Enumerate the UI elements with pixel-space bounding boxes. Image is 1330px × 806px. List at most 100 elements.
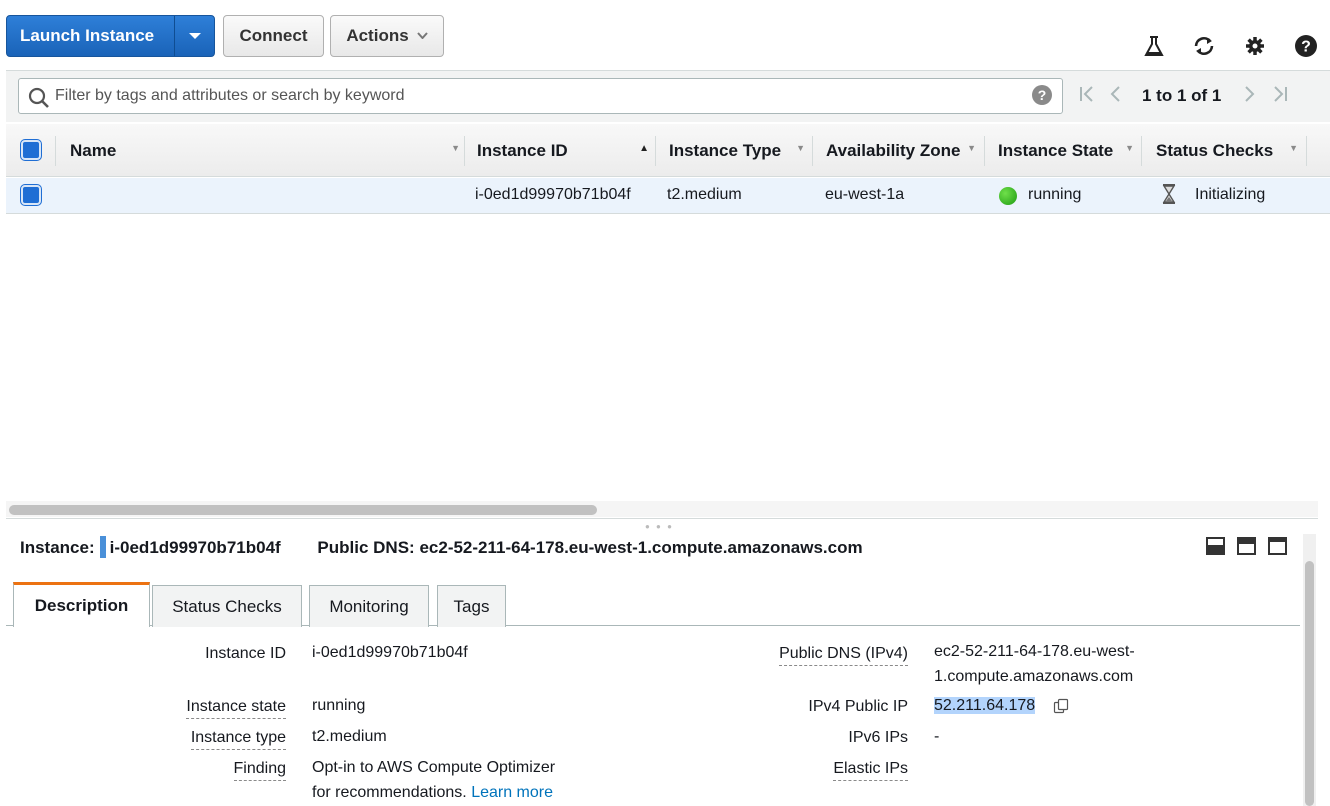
instance-marker xyxy=(99,536,106,558)
refresh-icon[interactable] xyxy=(1192,34,1216,58)
column-header-instance-id-label: Instance ID xyxy=(477,140,568,160)
sort-icon: ▼ xyxy=(1125,143,1134,153)
previous-page-icon[interactable] xyxy=(1109,85,1121,103)
column-header-instance-state[interactable]: Instance State ▼ xyxy=(998,124,1134,177)
tab-monitoring[interactable]: Monitoring xyxy=(309,585,429,627)
field-label-instance-type: Instance type xyxy=(190,729,286,750)
search-icon xyxy=(28,87,49,108)
row-checkbox[interactable] xyxy=(21,185,41,205)
public-dns-line-2: 1.compute.amazonaws.com xyxy=(934,668,1134,685)
public-dns-label: Public DNS: xyxy=(317,538,415,557)
field-label-public-dns: Public DNS (IPv4) xyxy=(779,645,908,666)
chevron-down-icon xyxy=(416,30,428,42)
search-box[interactable] xyxy=(18,78,1063,114)
drag-handle-icon[interactable]: ● ● ● xyxy=(645,522,674,531)
tab-monitoring-label: Monitoring xyxy=(329,596,409,616)
pane-half-icon[interactable] xyxy=(1237,537,1256,555)
field-value-ipv6-ips: - xyxy=(934,728,940,745)
learn-more-link[interactable]: Learn more xyxy=(471,784,553,801)
tab-status-checks[interactable]: Status Checks xyxy=(152,585,302,627)
vertical-scrollbar-thumb[interactable] xyxy=(1305,561,1314,806)
hourglass-icon xyxy=(1162,184,1176,204)
column-header-instance-state-label: Instance State xyxy=(998,140,1114,160)
pane-splitter[interactable] xyxy=(6,518,1318,521)
column-header-availability-zone[interactable]: Availability Zone ▼ xyxy=(826,124,976,177)
table-header: Name ▼ Instance ID ▲ Instance Type ▼ Ava… xyxy=(6,124,1330,177)
flask-icon[interactable] xyxy=(1142,34,1166,58)
running-status-icon xyxy=(999,187,1017,205)
column-divider xyxy=(464,136,465,166)
sort-icon: ▼ xyxy=(1289,143,1298,153)
cell-instance-id: i-0ed1d99970b71b04f xyxy=(475,186,631,203)
pagination-text: 1 to 1 of 1 xyxy=(1142,86,1222,105)
field-value-instance-type: t2.medium xyxy=(312,728,387,745)
column-divider xyxy=(655,136,656,166)
launch-instance-label: Launch Instance xyxy=(20,26,155,45)
column-header-status-checks[interactable]: Status Checks ▼ xyxy=(1156,124,1298,177)
tab-description[interactable]: Description xyxy=(13,582,150,627)
column-header-instance-type-label: Instance Type xyxy=(669,140,782,160)
field-label-instance-id: Instance ID xyxy=(205,645,286,662)
field-value-finding: Opt-in to AWS Compute Optimizer for reco… xyxy=(312,755,555,805)
sort-icon: ▼ xyxy=(967,143,976,153)
launch-instance-button[interactable]: Launch Instance xyxy=(6,15,215,57)
column-divider xyxy=(1141,136,1142,166)
cell-instance-type: t2.medium xyxy=(667,186,742,203)
actions-button[interactable]: Actions xyxy=(330,15,444,57)
detail-tabs: Description Status Checks Monitoring Tag… xyxy=(6,582,1300,627)
search-help-icon[interactable]: ? xyxy=(1031,84,1053,111)
horizontal-scrollbar-thumb[interactable] xyxy=(9,505,597,515)
instance-label: Instance: xyxy=(20,538,95,557)
search-input[interactable] xyxy=(55,79,1025,113)
field-label-ipv6-ips: IPv6 IPs xyxy=(848,729,908,746)
pane-bottom-icon[interactable] xyxy=(1206,537,1225,555)
connect-button[interactable]: Connect xyxy=(223,15,324,57)
copy-icon[interactable] xyxy=(1053,698,1069,714)
column-header-availability-zone-label: Availability Zone xyxy=(826,140,961,160)
svg-text:?: ? xyxy=(1301,39,1311,56)
column-header-instance-id[interactable]: Instance ID ▲ xyxy=(477,124,649,177)
ipv4-public-ip-selected[interactable]: 52.211.64.178 xyxy=(934,697,1036,714)
cell-instance-state: running xyxy=(1028,186,1082,203)
last-page-icon[interactable] xyxy=(1272,85,1288,103)
tab-tags-label: Tags xyxy=(453,596,490,616)
field-value-public-dns: ec2-52-211-64-178.eu-west- 1.compute.ama… xyxy=(934,639,1135,689)
sort-icon: ▼ xyxy=(451,143,460,153)
horizontal-scrollbar[interactable] xyxy=(6,501,1318,517)
detail-public-dns: ec2-52-211-64-178.eu-west-1.compute.amaz… xyxy=(419,538,863,557)
column-header-name-label: Name xyxy=(70,140,117,160)
column-divider xyxy=(1306,136,1307,166)
help-icon[interactable]: ? xyxy=(1294,34,1318,58)
toolbar: Launch Instance Connect Actions ? xyxy=(0,0,1330,68)
field-label-instance-state: Instance state xyxy=(186,698,286,719)
next-page-icon[interactable] xyxy=(1244,85,1256,103)
table-row[interactable]: i-0ed1d99970b71b04f t2.medium eu-west-1a… xyxy=(6,178,1330,214)
finding-line-2: for recommendations. Learn more xyxy=(312,784,554,801)
sort-icon: ▼ xyxy=(796,143,805,153)
field-label-ipv4-public-ip: IPv4 Public IP xyxy=(808,698,908,715)
svg-text:?: ? xyxy=(1038,87,1047,103)
connect-label: Connect xyxy=(239,26,308,45)
select-all-checkbox[interactable] xyxy=(21,140,41,160)
column-header-instance-type[interactable]: Instance Type ▼ xyxy=(669,124,805,177)
finding-line-1: Opt-in to AWS Compute Optimizer xyxy=(312,759,556,776)
tab-status-checks-label: Status Checks xyxy=(172,596,282,616)
public-dns-line-1: ec2-52-211-64-178.eu-west- xyxy=(934,643,1135,660)
tab-description-label: Description xyxy=(34,596,129,615)
pane-full-icon[interactable] xyxy=(1268,537,1287,555)
tab-tags[interactable]: Tags xyxy=(437,585,506,627)
detail-instance-id: i-0ed1d99970b71b04f xyxy=(109,538,281,557)
cell-status-checks: Initializing xyxy=(1195,186,1266,203)
vertical-scrollbar[interactable] xyxy=(1303,534,1316,806)
gear-icon[interactable] xyxy=(1243,34,1267,58)
column-header-name[interactable]: Name ▼ xyxy=(70,124,460,177)
detail-title: Instance: i-0ed1d99970b71b04f Public DNS:… xyxy=(20,536,863,558)
field-label-elastic-ips: Elastic IPs xyxy=(833,760,908,781)
sort-ascending-icon: ▲ xyxy=(639,143,649,154)
actions-label: Actions xyxy=(346,26,409,45)
cell-availability-zone: eu-west-1a xyxy=(825,186,905,203)
first-page-icon[interactable] xyxy=(1079,85,1095,103)
launch-dropdown-caret-icon[interactable] xyxy=(174,16,214,56)
column-header-status-checks-label: Status Checks xyxy=(1156,140,1274,160)
column-divider xyxy=(812,136,813,166)
